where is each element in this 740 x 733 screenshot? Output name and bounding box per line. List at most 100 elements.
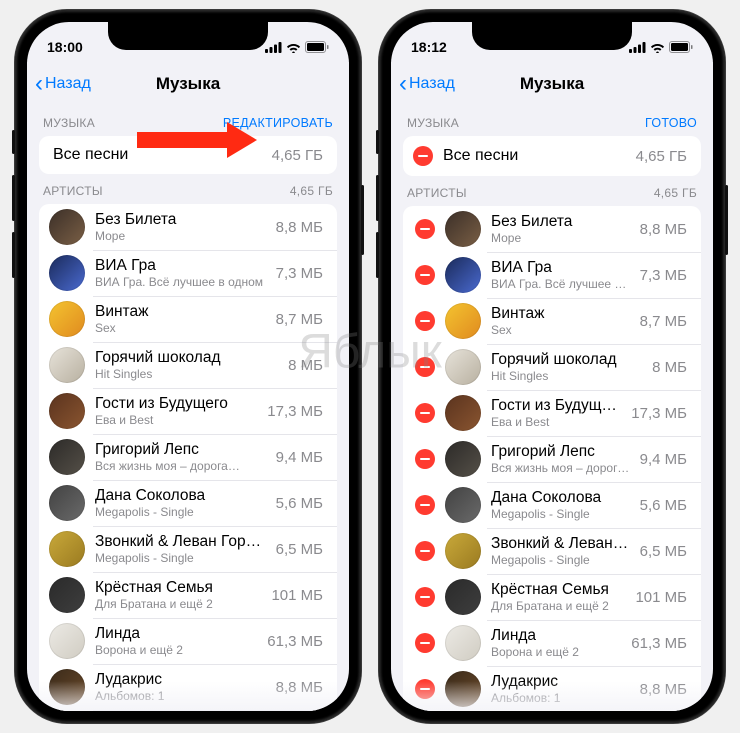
artist-size: 101 МБ bbox=[635, 589, 687, 606]
artist-text: Без БилетаМоре bbox=[95, 211, 268, 244]
artist-name: Звонкий & Леван Гороз… bbox=[491, 535, 632, 554]
artist-size: 5,6 МБ bbox=[276, 495, 323, 512]
artist-text: Звонкий & Леван Гороз…Megapolis - Single bbox=[491, 535, 632, 568]
artist-size: 8 МБ bbox=[652, 359, 687, 376]
delete-icon[interactable] bbox=[415, 219, 435, 239]
delete-icon[interactable] bbox=[415, 633, 435, 653]
artist-row[interactable]: Без БилетаМоре8,8 МБ bbox=[403, 206, 701, 252]
artist-subtitle: Альбомов: 1 bbox=[95, 689, 268, 703]
artist-row[interactable]: Крёстная СемьяДля Братана и ещё 2101 МБ bbox=[39, 572, 337, 618]
artist-text: ВИА ГраВИА Гра. Всё лучшее в одном bbox=[95, 257, 268, 290]
artist-row[interactable]: ЛудакрисАльбомов: 18,8 МБ bbox=[403, 666, 701, 711]
artist-row[interactable]: Гости из БудущегоЕва и Best17,3 МБ bbox=[403, 390, 701, 436]
back-button[interactable]: ‹ Назад bbox=[35, 72, 91, 96]
artist-name: Горячий шоколад bbox=[491, 351, 644, 370]
artist-name: Лудакрис bbox=[491, 673, 632, 692]
artist-avatar bbox=[49, 577, 85, 613]
delete-icon[interactable] bbox=[415, 541, 435, 561]
artist-row[interactable]: ВинтажSex8,7 МБ bbox=[39, 296, 337, 342]
nav-bar: ‹ Назад Музыка bbox=[27, 62, 349, 106]
artist-text: Горячий шоколадHit Singles bbox=[95, 349, 280, 382]
artist-name: Григорий Лепс bbox=[491, 443, 632, 462]
artist-row[interactable]: Григорий ЛепсВся жизнь моя – дорога…9,4 … bbox=[403, 436, 701, 482]
section-artists-label: АРТИСТЫ bbox=[407, 186, 467, 200]
delete-icon[interactable] bbox=[415, 403, 435, 423]
artist-subtitle: Hit Singles bbox=[95, 367, 280, 381]
artist-subtitle: Sex bbox=[95, 321, 268, 335]
volume-down bbox=[12, 232, 15, 278]
section-artists-header: АРТИСТЫ 4,65 ГБ bbox=[391, 176, 713, 206]
artist-avatar bbox=[445, 671, 481, 707]
artist-row[interactable]: Крёстная СемьяДля Братана и ещё 2 101 МБ bbox=[403, 574, 701, 620]
artist-row[interactable]: Гости из БудущегоЕва и Best17,3 МБ bbox=[39, 388, 337, 434]
artist-row[interactable]: Горячий шоколадHit Singles8 МБ bbox=[403, 344, 701, 390]
chevron-left-icon: ‹ bbox=[35, 72, 43, 96]
done-button[interactable]: ГОТОВО bbox=[645, 116, 697, 130]
artist-text: ЛудакрисАльбомов: 1 bbox=[95, 671, 268, 704]
artist-row[interactable]: ЛиндаВорона и ещё 2 61,3 МБ bbox=[403, 620, 701, 666]
section-artists-header: АРТИСТЫ 4,65 ГБ bbox=[27, 174, 349, 204]
artist-row[interactable]: Горячий шоколадHit Singles8 МБ bbox=[39, 342, 337, 388]
artist-name: Звонкий & Леван Горозия bbox=[95, 533, 268, 552]
all-songs-row[interactable]: Все песни 4,65 ГБ bbox=[403, 136, 701, 176]
artist-row[interactable]: Григорий ЛепсВся жизнь моя – дорога…9,4 … bbox=[39, 434, 337, 480]
artist-size: 8,7 МБ bbox=[276, 311, 323, 328]
artist-text: Крёстная СемьяДля Братана и ещё 2 bbox=[491, 581, 627, 614]
volume-up bbox=[12, 175, 15, 221]
edit-button[interactable]: РЕДАКТИРОВАТЬ bbox=[223, 116, 333, 130]
delete-icon[interactable] bbox=[415, 265, 435, 285]
artist-text: ВинтажSex bbox=[491, 305, 632, 338]
artist-name: Дана Соколова bbox=[491, 489, 632, 508]
back-label: Назад bbox=[45, 75, 91, 93]
power-button bbox=[725, 185, 728, 255]
artist-avatar bbox=[49, 255, 85, 291]
artist-subtitle: Megapolis - Single bbox=[95, 551, 268, 565]
artist-row[interactable]: Ляпис ТрубецкойАльбомов: 110,3 МБ bbox=[39, 710, 337, 711]
artist-row[interactable]: ВинтажSex 8,7 МБ bbox=[403, 298, 701, 344]
artist-row[interactable]: ВИА ГраВИА Гра. Всё лучшее в одном7,3 МБ bbox=[403, 252, 701, 298]
artist-size: 17,3 МБ bbox=[631, 405, 687, 422]
artist-name: ВИА Гра bbox=[491, 259, 632, 278]
artist-row[interactable]: Звонкий & Леван Гороз…Megapolis - Single… bbox=[403, 528, 701, 574]
delete-icon[interactable] bbox=[413, 146, 433, 166]
artist-row[interactable]: ВИА ГраВИА Гра. Всё лучшее в одном 7,3 МБ bbox=[39, 250, 337, 296]
artist-name: ВИА Гра bbox=[95, 257, 268, 276]
artist-name: Без Билета bbox=[491, 213, 632, 232]
artist-text: Григорий ЛепсВся жизнь моя – дорога… bbox=[491, 443, 632, 476]
artist-avatar bbox=[49, 347, 85, 383]
artist-avatar bbox=[445, 579, 481, 615]
artist-subtitle: Megapolis - Single bbox=[491, 553, 632, 567]
artist-text: ЛиндаВорона и ещё 2 bbox=[491, 627, 623, 660]
artist-size: 61,3 МБ bbox=[631, 635, 687, 652]
section-music-header: МУЗЫКА РЕДАКТИРОВАТЬ bbox=[27, 106, 349, 136]
artist-row[interactable]: Звонкий & Леван ГорозияMegapolis - Singl… bbox=[39, 526, 337, 572]
delete-icon[interactable] bbox=[415, 449, 435, 469]
delete-icon[interactable] bbox=[415, 357, 435, 377]
artist-subtitle: Альбомов: 1 bbox=[491, 691, 632, 705]
artist-size: 8,7 МБ bbox=[640, 313, 687, 330]
artist-name: Линда bbox=[95, 625, 259, 644]
artist-name: Дана Соколова bbox=[95, 487, 268, 506]
all-songs-label: Все песни bbox=[53, 146, 128, 164]
artist-name: Винтаж bbox=[491, 305, 632, 324]
artist-subtitle: ВИА Гра. Всё лучшее в одном bbox=[95, 275, 268, 289]
artist-row[interactable]: Дана СоколоваMegapolis - Single5,6 МБ bbox=[39, 480, 337, 526]
delete-icon[interactable] bbox=[415, 311, 435, 331]
battery-icon bbox=[305, 41, 329, 53]
delete-icon[interactable] bbox=[415, 495, 435, 515]
artist-text: Без БилетаМоре bbox=[491, 213, 632, 246]
artist-row[interactable]: ЛудакрисАльбомов: 18,8 МБ bbox=[39, 664, 337, 710]
artist-size: 7,3 МБ bbox=[276, 265, 323, 282]
artist-text: Дана СоколоваMegapolis - Single bbox=[491, 489, 632, 522]
artist-row[interactable]: ЛиндаВорона и ещё 261,3 МБ bbox=[39, 618, 337, 664]
artist-text: Григорий ЛепсВся жизнь моя – дорога… bbox=[95, 441, 268, 474]
power-button bbox=[361, 185, 364, 255]
back-button[interactable]: ‹ Назад bbox=[399, 72, 455, 96]
artist-text: Гости из БудущегоЕва и Best bbox=[95, 395, 259, 428]
artist-row[interactable]: Дана СоколоваMegapolis - Single5,6 МБ bbox=[403, 482, 701, 528]
delete-icon[interactable] bbox=[415, 587, 435, 607]
artist-row[interactable]: Без БилетаМоре8,8 МБ bbox=[39, 204, 337, 250]
all-songs-row[interactable]: Все песни 4,65 ГБ bbox=[39, 136, 337, 174]
artist-list: Без БилетаМоре8,8 МБВИА ГраВИА Гра. Всё … bbox=[39, 204, 337, 711]
delete-icon[interactable] bbox=[415, 679, 435, 699]
